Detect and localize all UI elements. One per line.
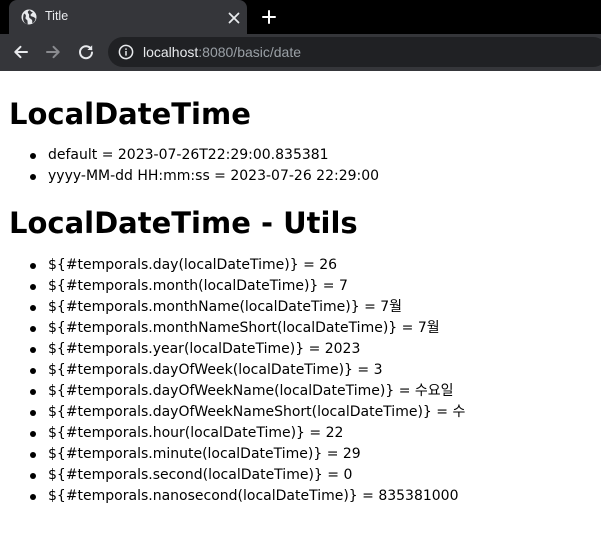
back-arrow-icon[interactable] [12, 43, 30, 61]
section-heading-utils: LocalDateTime - Utils [9, 206, 358, 240]
browser-chrome: Title localhost:8080/basic/date [0, 0, 601, 71]
section-heading-localdatetime: LocalDateTime [9, 97, 251, 131]
url-text[interactable]: localhost:8080/basic/date [143, 44, 301, 60]
list-item: ${#temporals.day(localDateTime)} = 26 [30, 255, 601, 276]
browser-tab[interactable]: Title [9, 0, 247, 34]
tab-title: Title [45, 9, 69, 23]
list-item: ${#temporals.dayOfWeekNameShort(localDat… [30, 402, 601, 423]
localdatetime-list: default = 2023-07-26T22:29:00.835381 yyy… [30, 145, 601, 187]
list-item: ${#temporals.monthNameShort(localDateTim… [30, 318, 601, 339]
address-bar[interactable]: localhost:8080/basic/date [108, 37, 601, 67]
new-tab-icon[interactable] [261, 9, 277, 25]
reload-icon[interactable] [77, 43, 95, 61]
list-item: ${#temporals.nanosecond(localDateTime)} … [30, 486, 601, 507]
utils-list: ${#temporals.day(localDateTime)} = 26 ${… [30, 255, 601, 507]
tab-strip: Title [0, 0, 601, 34]
list-item: yyyy-MM-dd HH:mm:ss = 2023-07-26 22:29:0… [30, 166, 601, 187]
list-item: ${#temporals.dayOfWeek(localDateTime)} =… [30, 360, 601, 381]
info-icon[interactable] [118, 44, 134, 60]
url-host: localhost [143, 44, 199, 60]
list-item: default = 2023-07-26T22:29:00.835381 [30, 145, 601, 166]
forward-arrow-icon[interactable] [44, 43, 62, 61]
url-path: :8080/basic/date [198, 44, 302, 60]
list-item: ${#temporals.year(localDateTime)} = 2023 [30, 339, 601, 360]
list-item: ${#temporals.dayOfWeekName(localDateTime… [30, 381, 601, 402]
browser-toolbar: localhost:8080/basic/date [0, 34, 601, 71]
list-item: ${#temporals.minute(localDateTime)} = 29 [30, 444, 601, 465]
page-content: LocalDateTime default = 2023-07-26T22:29… [0, 71, 601, 544]
list-item: ${#temporals.monthName(localDateTime)} =… [30, 297, 601, 318]
globe-icon [21, 9, 37, 25]
list-item: ${#temporals.month(localDateTime)} = 7 [30, 276, 601, 297]
list-item: ${#temporals.hour(localDateTime)} = 22 [30, 423, 601, 444]
list-item: ${#temporals.second(localDateTime)} = 0 [30, 465, 601, 486]
close-icon[interactable] [227, 10, 241, 24]
